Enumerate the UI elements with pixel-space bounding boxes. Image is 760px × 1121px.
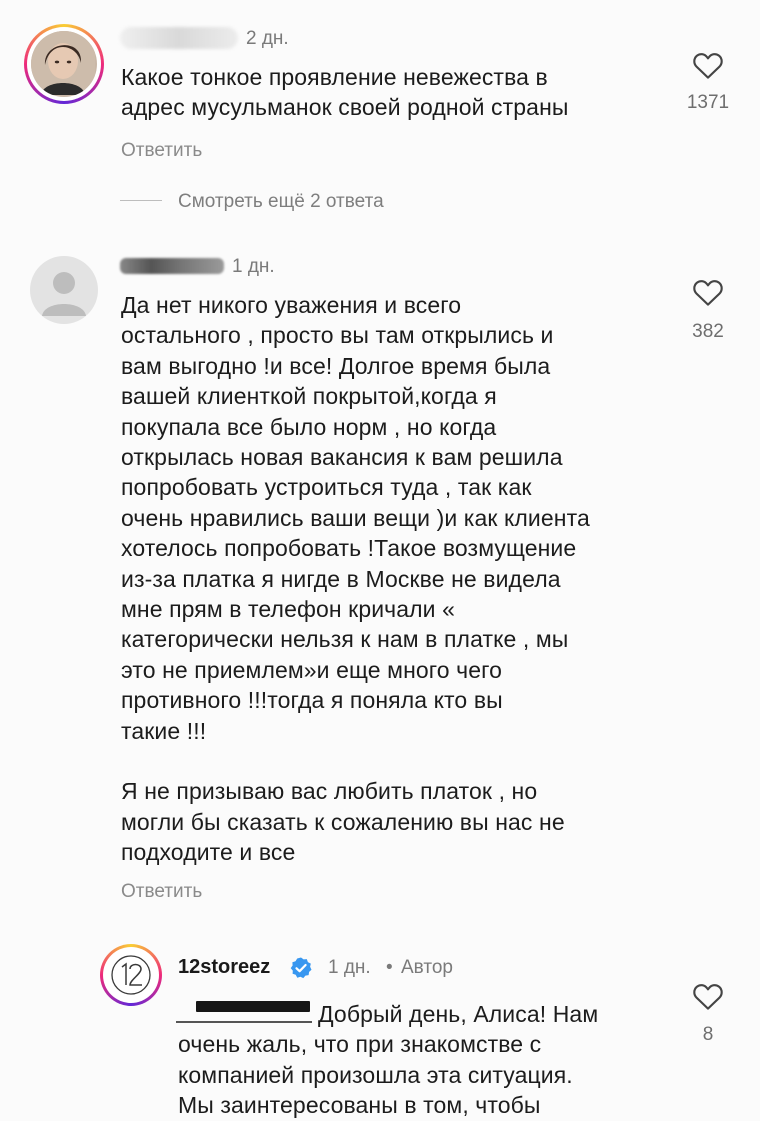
meta-separator: • [386,957,393,978]
username-redacted [120,258,224,274]
comment-time: 2 дн. [246,28,289,49]
author-badge: Автор [401,957,453,978]
comment-time: 1 дн. [232,256,275,277]
heart-icon [693,984,723,1010]
like-count: 1371 [686,92,730,113]
default-avatar-icon [42,272,86,316]
like-button[interactable] [692,277,724,312]
verified-badge-icon [289,956,313,980]
avatar-photo [31,31,97,97]
view-replies-button[interactable]: Смотреть ещё 2 ответа [178,191,384,213]
like-count: 382 [692,321,724,342]
reply-button[interactable]: Ответить [121,881,202,903]
avatar[interactable] [24,24,104,104]
like-button[interactable] [692,50,724,85]
heart-icon [693,53,723,79]
reply-button[interactable]: Ответить [121,140,202,162]
avatar[interactable] [30,256,98,324]
username-redacted [120,27,238,49]
comment-text: Добрый день, Алиса! Нам очень жаль, что … [178,1001,599,1119]
like-button[interactable] [692,981,724,1016]
comment-text: Да нет никого уважения и всего остальног… [121,292,590,866]
view-replies-line [120,200,162,201]
brand-logo [106,950,156,1000]
like-count: 8 [702,1024,714,1045]
heart-icon [693,280,723,306]
comment-text: Какое тонкое проявление невежества в адр… [121,64,569,121]
avatar[interactable] [100,944,162,1006]
comment-username[interactable]: 12storeez [178,956,270,979]
comment-time: 1 дн. [328,957,371,978]
